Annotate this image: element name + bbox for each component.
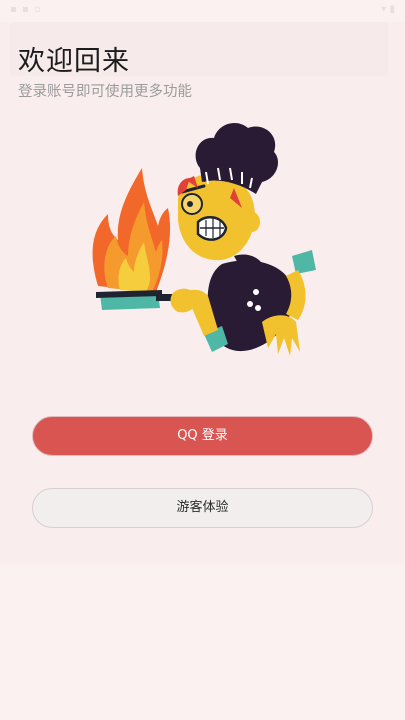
- status-bar: ▪ ▪ ▫ ▾ ▮: [0, 0, 405, 22]
- ear: [244, 212, 260, 232]
- welcome-subtitle: 登录账号即可使用更多功能: [18, 84, 192, 100]
- button-2: [247, 301, 253, 307]
- button-1: [253, 289, 259, 295]
- welcome-title: 欢迎回来: [18, 46, 130, 77]
- eye-pupil: [187, 201, 193, 207]
- guest-login-button[interactable]: 游客体验: [32, 488, 373, 528]
- sleeve-cuff-right: [292, 250, 316, 274]
- login-screen: ▪ ▪ ▫ ▾ ▮ 欢迎回来 登录账号即可使用更多功能 QQ 登录 游客体验: [0, 0, 405, 720]
- button-3: [255, 305, 261, 311]
- status-icons: ▾ ▮: [381, 4, 395, 15]
- chef-illustration: [92, 123, 316, 356]
- hand-right: [262, 315, 300, 356]
- status-left-glyphs: ▪ ▪ ▫: [10, 4, 42, 15]
- qq-login-button[interactable]: QQ 登录: [32, 416, 373, 456]
